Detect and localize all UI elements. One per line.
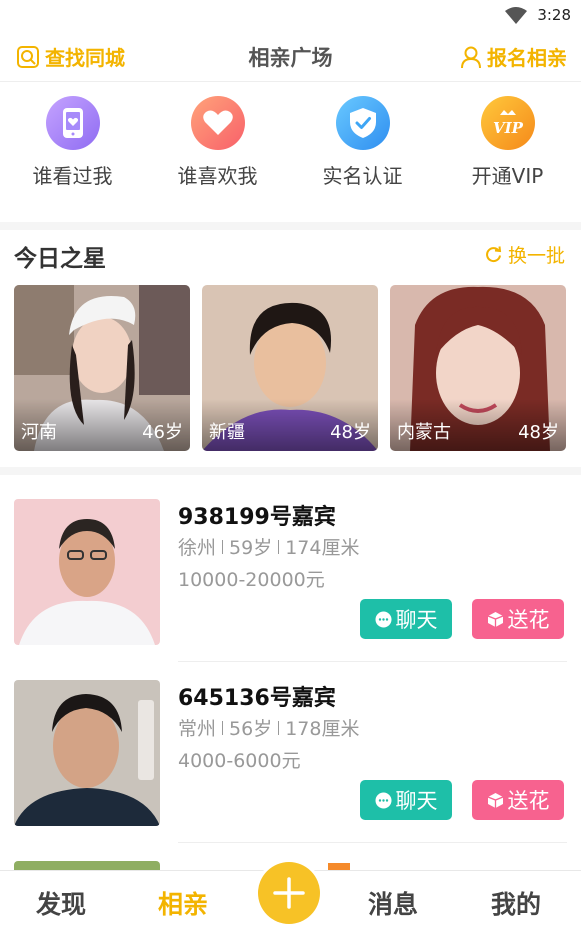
quick-actions: 谁看过我 谁喜欢我 实名认证 VIP 开通VIP (0, 96, 581, 206)
guest-height: 174厘米 (285, 537, 360, 559)
user-icon (461, 46, 481, 68)
guest-info: 徐州 59岁 174厘米 (178, 533, 359, 560)
shield-check-icon (335, 96, 390, 150)
quick-action-label: 开通VIP (471, 164, 544, 188)
section-divider (0, 222, 581, 230)
vip-crown-icon: VIP (480, 96, 535, 150)
tab-dating[interactable]: 相亲 (158, 885, 208, 921)
guest-avatar (14, 499, 160, 645)
status-time: 3:28 (537, 6, 571, 24)
chat-bubble-icon (375, 611, 391, 627)
plus-icon (273, 877, 305, 909)
section-divider (0, 467, 581, 475)
status-bar: 3:28 (0, 0, 581, 32)
send-flower-button[interactable]: 送花 (472, 780, 564, 820)
tab-discover[interactable]: 发现 (36, 885, 86, 921)
chat-button[interactable]: 聊天 (360, 780, 452, 820)
guest-city: 常州 (178, 718, 217, 740)
heart-icon (190, 96, 245, 150)
signup-label: 报名相亲 (487, 46, 567, 70)
guest-card[interactable]: 938199号嘉宾 徐州 59岁 174厘米 10000-20000元 聊天 送… (0, 499, 581, 680)
guest-card[interactable]: 645136号嘉宾 常州 56岁 178厘米 4000-6000元 聊天 送花 (0, 680, 581, 861)
guest-income: 4000-6000元 (178, 750, 301, 772)
chat-button[interactable]: 聊天 (360, 599, 452, 639)
guest-name: 645136号嘉宾 (178, 686, 336, 711)
quick-action-label: 谁喜欢我 (177, 164, 258, 188)
svg-text:VIP: VIP (493, 119, 524, 137)
guest-city: 徐州 (178, 537, 217, 559)
chat-label: 聊天 (395, 608, 438, 632)
star-card[interactable]: 内蒙古 48岁 (390, 285, 566, 451)
quick-action-label: 实名认证 (322, 164, 403, 188)
refresh-icon (486, 246, 502, 263)
star-region: 新疆 (209, 422, 245, 443)
guest-name: 938199号嘉宾 (178, 505, 336, 530)
chat-bubble-icon (375, 792, 391, 808)
star-age: 48岁 (330, 422, 371, 443)
guest-height: 178厘米 (285, 718, 360, 740)
stars-title: 今日之星 (14, 246, 106, 272)
quick-action-who-likes[interactable]: 谁喜欢我 (145, 96, 290, 206)
top-header: 查找同城 相亲广场 报名相亲 (0, 32, 581, 82)
guest-age: 56岁 (229, 718, 273, 740)
send-flower-button[interactable]: 送花 (472, 599, 564, 639)
gift-icon (487, 611, 503, 627)
star-card[interactable]: 河南 46岁 (14, 285, 190, 451)
signup-button[interactable]: 报名相亲 (460, 42, 567, 71)
quick-action-vip[interactable]: VIP 开通VIP (435, 96, 580, 206)
add-button[interactable] (258, 862, 320, 924)
tab-mine[interactable]: 我的 (491, 885, 541, 921)
info-separator (222, 720, 224, 735)
wifi-icon (505, 7, 527, 24)
refresh-button[interactable]: 换一批 (485, 241, 565, 268)
info-separator (278, 539, 280, 554)
guest-avatar (14, 680, 160, 826)
refresh-label: 换一批 (507, 245, 565, 267)
star-region: 内蒙古 (397, 422, 451, 443)
guest-income: 10000-20000元 (178, 569, 325, 591)
star-age: 46岁 (142, 422, 183, 443)
quick-action-who-viewed[interactable]: 谁看过我 (0, 96, 145, 206)
stars-header: 今日之星 换一批 (0, 237, 581, 273)
star-region: 河南 (21, 422, 57, 443)
chat-label: 聊天 (395, 789, 438, 813)
flower-label: 送花 (507, 789, 550, 813)
star-card[interactable]: 新疆 48岁 (202, 285, 378, 451)
row-divider (178, 661, 567, 662)
quick-action-label: 谁看过我 (32, 164, 113, 188)
info-separator (278, 720, 280, 735)
star-age: 48岁 (518, 422, 559, 443)
gift-icon (487, 792, 503, 808)
flower-label: 送花 (507, 608, 550, 632)
quick-action-verify[interactable]: 实名认证 (290, 96, 435, 206)
guest-info: 常州 56岁 178厘米 (178, 714, 359, 741)
guest-age: 59岁 (229, 537, 273, 559)
info-separator (222, 539, 224, 554)
row-divider (178, 842, 567, 843)
stars-row: 河南 46岁 新疆 48岁 内蒙古 48岁 (14, 285, 567, 451)
tab-messages[interactable]: 消息 (368, 885, 418, 921)
phone-heart-icon (45, 96, 100, 150)
